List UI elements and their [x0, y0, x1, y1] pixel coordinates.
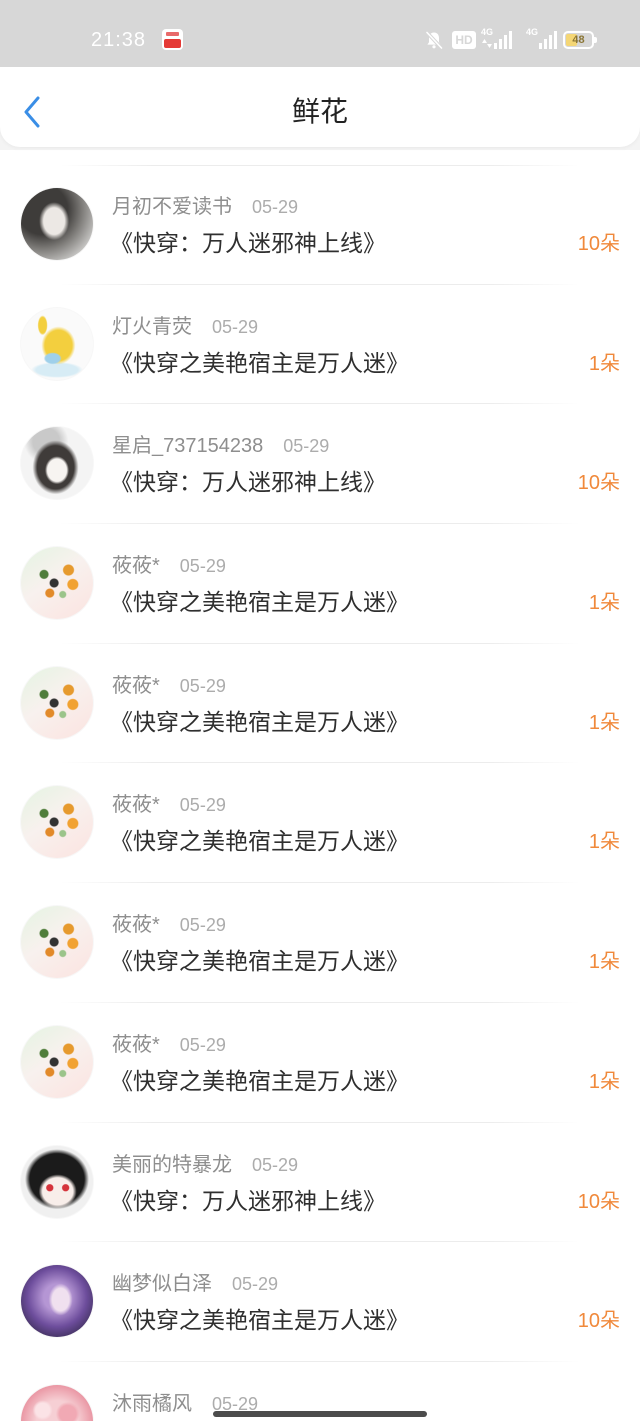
book-title: 《快穿之美艳宿主是万人迷》: [110, 708, 409, 735]
hd-voice-badge: HD: [452, 31, 476, 49]
user-name: 莜莜*: [112, 674, 160, 697]
flower-count: 1朵: [588, 711, 620, 734]
battery-percent: 48: [572, 34, 585, 46]
record-meta: 幽梦似白泽 05-29: [112, 1271, 278, 1297]
gift-record-row[interactable]: 月初不爱读书 05-29 《快穿：万人迷邪神上线》 10朵: [0, 165, 640, 285]
gift-record-row[interactable]: 美丽的特暴龙 05-29 《快穿：万人迷邪神上线》 10朵: [0, 1123, 640, 1243]
bell-off-icon: [425, 31, 443, 50]
gift-date: 05-29: [179, 556, 226, 577]
book-title: 《快穿：万人迷邪神上线》: [110, 469, 386, 496]
gift-date: 05-29: [179, 1034, 226, 1055]
record-meta: 灯火青荧 05-29: [112, 314, 258, 340]
gift-date: 05-29: [179, 795, 226, 816]
record-meta: 星启_737154238 05-29: [112, 433, 329, 459]
network-type-label: 4G: [481, 27, 494, 37]
book-title: 《快穿：万人迷邪神上线》: [110, 1187, 386, 1214]
user-name: 莜莜*: [112, 555, 160, 578]
gift-record-row[interactable]: 星启_737154238 05-29 《快穿：万人迷邪神上线》 10朵: [0, 404, 640, 525]
gift-record-row[interactable]: 莜莜* 05-29 《快穿之美艳宿主是万人迷》 1朵: [0, 763, 640, 884]
record-meta: 莜莜* 05-29: [112, 553, 226, 579]
flower-count: 1朵: [588, 352, 620, 375]
gift-record-row[interactable]: 莜莜* 05-29 《快穿之美艳宿主是万人迷》 1朵: [0, 883, 640, 1003]
user-name: 幽梦似白泽: [112, 1273, 212, 1296]
user-name: 莜莜*: [112, 1033, 160, 1056]
gift-record-row[interactable]: 莜莜* 05-29 《快穿之美艳宿主是万人迷》 1朵: [0, 644, 640, 764]
flower-count: 1朵: [588, 831, 620, 854]
flower-count: 10朵: [577, 1190, 620, 1213]
home-indicator[interactable]: [213, 1411, 427, 1417]
gift-date: 05-29: [232, 1274, 279, 1295]
user-avatar[interactable]: [21, 1025, 93, 1098]
record-meta: 月初不爱读书 05-29: [112, 194, 298, 220]
page-title: 鲜花: [291, 96, 348, 127]
battery-icon: 48: [563, 31, 594, 49]
user-name: 美丽的特暴龙: [112, 1153, 232, 1176]
book-title: 《快穿之美艳宿主是万人迷》: [110, 828, 409, 855]
gift-date: 05-29: [212, 316, 259, 337]
user-avatar[interactable]: [21, 786, 93, 859]
flower-gift-list[interactable]: 月初不爱读书 05-29 《快穿：万人迷邪神上线》 10朵 灯火青荧 05-29 《…: [0, 150, 640, 1422]
user-name: 星启_737154238: [112, 435, 264, 458]
data-arrows-icon: [482, 39, 492, 48]
gift-date: 05-29: [252, 197, 299, 217]
sim2-signal: 4G: [526, 27, 558, 51]
gift-record-row[interactable]: 幽梦似白泽 05-29 《快穿之美艳宿主是万人迷》 10朵: [0, 1242, 640, 1362]
gift-date: 05-29: [252, 1154, 299, 1175]
status-bar: 21:38 HD 4G 4G 48: [0, 0, 640, 67]
flower-count: 10朵: [577, 472, 620, 495]
book-title: 《快穿之美艳宿主是万人迷》: [110, 1307, 409, 1334]
record-meta: 美丽的特暴龙 05-29: [112, 1152, 298, 1178]
sim1-signal: 4G: [481, 27, 513, 51]
record-meta: 莜莜* 05-29: [112, 1032, 226, 1058]
user-avatar[interactable]: [21, 906, 93, 979]
network-type-label: 4G: [526, 27, 539, 37]
flower-count: 1朵: [588, 1070, 620, 1093]
user-avatar[interactable]: [21, 1384, 93, 1421]
flower-count: 10朵: [577, 233, 620, 255]
flower-count: 1朵: [588, 951, 620, 974]
book-title: 《快穿：万人迷邪神上线》: [110, 230, 386, 256]
user-avatar[interactable]: [21, 1265, 93, 1338]
gift-date: 05-29: [179, 915, 226, 936]
gift-date: 05-29: [179, 675, 226, 696]
user-avatar[interactable]: [21, 666, 93, 739]
user-name: 沐雨橘风: [112, 1392, 192, 1415]
record-meta: 莜莜* 05-29: [112, 792, 226, 818]
user-avatar[interactable]: [21, 1145, 93, 1218]
gift-record-row[interactable]: 莜莜* 05-29 《快穿之美艳宿主是万人迷》 1朵: [0, 524, 640, 644]
record-meta: 莜莜* 05-29: [112, 912, 226, 938]
battery-cap: [594, 37, 597, 43]
flower-count: 10朵: [577, 1310, 620, 1333]
gift-record-row[interactable]: 灯火青荧 05-29 《快穿之美艳宿主是万人迷》 1朵: [0, 285, 640, 405]
flower-count: 1朵: [588, 592, 620, 615]
book-title: 《快穿之美艳宿主是万人迷》: [110, 1067, 409, 1094]
app-notification-icon: [162, 29, 183, 50]
user-name: 灯火青荧: [112, 315, 192, 338]
gift-date: 05-29: [283, 436, 330, 457]
status-time: 21:38: [91, 29, 147, 51]
user-avatar[interactable]: [21, 307, 93, 380]
gift-record-row[interactable]: 莜莜* 05-29 《快穿之美艳宿主是万人迷》 1朵: [0, 1003, 640, 1123]
signal-bars-icon: [494, 31, 512, 49]
book-title: 《快穿之美艳宿主是万人迷》: [110, 589, 409, 616]
book-title: 《快穿之美艳宿主是万人迷》: [110, 349, 409, 376]
user-avatar[interactable]: [21, 547, 93, 620]
user-avatar[interactable]: [21, 427, 93, 500]
nav-header: 鲜花: [0, 67, 640, 147]
user-name: 莜莜*: [112, 794, 160, 817]
record-meta: 莜莜* 05-29: [112, 673, 226, 699]
user-name: 月初不爱读书: [112, 196, 232, 218]
user-name: 莜莜*: [112, 914, 160, 937]
book-title: 《快穿之美艳宿主是万人迷》: [110, 948, 409, 975]
signal-bars-icon: [539, 31, 557, 49]
user-avatar[interactable]: [21, 188, 93, 260]
